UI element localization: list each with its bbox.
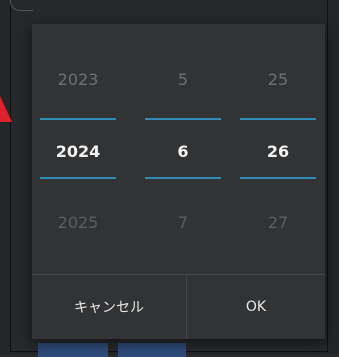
month-selected[interactable]: 6 [145, 142, 221, 161]
month-spinner[interactable]: 5 6 7 [145, 24, 221, 264]
month-divider-bottom [145, 177, 221, 179]
year-selected[interactable]: 2024 [40, 142, 116, 161]
year-spinner[interactable]: 2023 2024 2025 [40, 24, 116, 264]
date-picker-dialog: 2023 2024 2025 5 6 7 25 26 27 キャンセル OK [32, 24, 325, 339]
day-divider-top [240, 118, 316, 120]
day-selected[interactable]: 26 [240, 142, 316, 161]
month-next[interactable]: 7 [145, 213, 221, 232]
month-prev[interactable]: 5 [145, 70, 221, 89]
year-divider-top [40, 118, 116, 120]
annotation-arrow-mark [0, 96, 12, 122]
day-spinner[interactable]: 25 26 27 [240, 24, 316, 264]
ok-button[interactable]: OK [187, 275, 325, 339]
day-prev[interactable]: 25 [240, 70, 316, 89]
day-divider-bottom [240, 177, 316, 179]
cancel-button[interactable]: キャンセル [32, 275, 186, 339]
year-next[interactable]: 2025 [40, 213, 116, 232]
day-next[interactable]: 27 [240, 213, 316, 232]
month-divider-top [145, 118, 221, 120]
year-prev[interactable]: 2023 [40, 70, 116, 89]
year-divider-bottom [40, 177, 116, 179]
